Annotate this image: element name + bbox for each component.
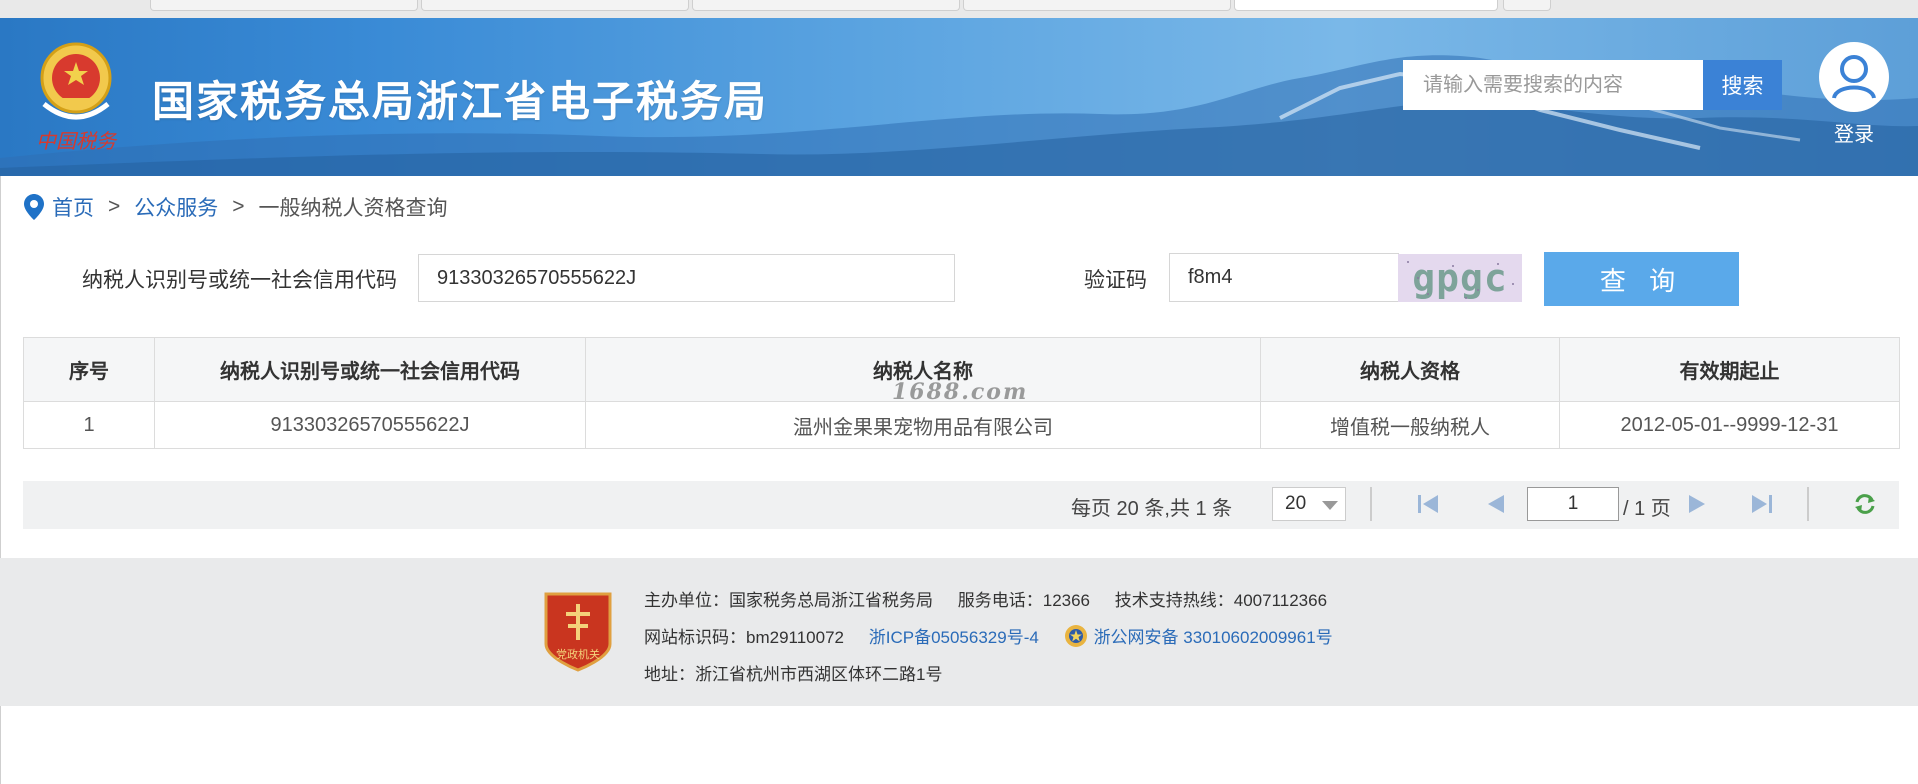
total-pages: / 1 页 [1623, 498, 1671, 520]
footer-police-link[interactable]: 浙公网安备 33010602009961号 [1064, 625, 1353, 647]
cell-taxpayer-name: 温州金果果宠物用品有限公司 [585, 401, 1261, 449]
browser-tab-active[interactable] [1234, 0, 1498, 11]
cell-qualification: 增值税一般纳税人 [1260, 401, 1560, 449]
footer-sponsor: 主办单位：国家税务总局浙江省税务局 [644, 591, 933, 610]
breadcrumb-separator: > [232, 195, 245, 218]
column-header-taxpayer-id: 纳税人识别号或统一社会信用代码 [154, 337, 586, 402]
cell-taxpayer-id: 91330326570555622J [154, 401, 586, 449]
cell-index: 1 [23, 401, 155, 449]
party-government-badge[interactable]: 党政机关 [542, 588, 614, 672]
login-label: 登录 [1834, 124, 1874, 146]
footer-line-3: 地址：浙江省杭州市西湖区体环二路1号 [644, 660, 962, 685]
national-emblem-logo: 中国税务 [30, 34, 122, 154]
login-button[interactable]: 登录 [1818, 42, 1890, 147]
footer-address: 地址：浙江省杭州市西湖区体环二路1号 [644, 665, 943, 684]
search-button[interactable]: 搜索 [1703, 60, 1782, 110]
browser-tab[interactable] [692, 0, 960, 11]
browser-tab[interactable] [963, 0, 1231, 11]
last-page-icon[interactable] [1750, 493, 1774, 515]
captcha-image[interactable]: gpgc [1398, 254, 1522, 302]
pagination-bar: 每页 20 条,共 1 条 20 / 1 页 [23, 481, 1899, 529]
footer-line-1: 主办单位：国家税务总局浙江省税务局 服务电话：12366 技术支持热线：4007… [644, 586, 1347, 611]
column-header-validity: 有效期起止 [1559, 337, 1900, 402]
user-icon [1819, 42, 1889, 112]
first-page-icon[interactable] [1416, 493, 1440, 515]
browser-tab[interactable] [421, 0, 689, 11]
footer-police-text: 浙公网安备 33010602009961号 [1093, 628, 1333, 647]
query-button[interactable]: 查 询 [1544, 252, 1739, 306]
site-header: 中国税务 国家税务总局浙江省电子税务局 搜索 登录 [0, 18, 1918, 176]
page-size-info: 每页 20 条,共 1 条 [1071, 498, 1233, 520]
breadcrumb-separator: > [108, 195, 121, 218]
taxpayer-id-label: 纳税人识别号或统一社会信用代码 [82, 269, 397, 292]
search-input[interactable] [1403, 60, 1704, 110]
breadcrumb-home-link[interactable]: 首页 [52, 192, 94, 222]
emblem-caption: 中国税务 [36, 129, 118, 153]
site-title: 国家税务总局浙江省电子税务局 [152, 77, 769, 126]
footer-icp-link[interactable]: 浙ICP备05056329号-4 [869, 628, 1039, 647]
badge-caption: 党政机关 [556, 647, 600, 661]
browser-tab[interactable] [1503, 0, 1551, 11]
page-size-select[interactable]: 20 [1272, 487, 1346, 521]
location-pin-icon [24, 194, 44, 220]
column-header-qualification: 纳税人资格 [1260, 337, 1560, 402]
cell-validity: 2012-05-01--9999-12-31 [1559, 401, 1900, 449]
breadcrumb: 首页 > 公众服务 > 一般纳税人资格查询 [24, 192, 448, 222]
captcha-noise [1407, 261, 1514, 299]
prev-page-icon[interactable] [1484, 493, 1508, 515]
divider [1370, 487, 1372, 521]
police-emblem-icon [1064, 625, 1087, 647]
divider [1807, 487, 1809, 521]
taxpayer-id-input[interactable] [418, 254, 955, 302]
browser-tab-strip [0, 0, 1918, 18]
breadcrumb-current: 一般纳税人资格查询 [258, 197, 448, 220]
footer-site-id: 网站标识码：bm29110072 [644, 628, 844, 647]
captcha-input[interactable] [1169, 253, 1399, 302]
footer-phone: 服务电话：12366 [957, 591, 1091, 610]
table-row: 1 91330326570555622J 温州金果果宠物用品有限公司 增值税一般… [23, 401, 1900, 449]
browser-tab[interactable] [150, 0, 418, 11]
footer-support: 技术支持热线：4007112366 [1114, 591, 1328, 610]
page-size-value: 20 [1285, 493, 1307, 514]
column-header-index: 序号 [23, 337, 155, 402]
refresh-icon[interactable] [1853, 493, 1877, 515]
breadcrumb-section-link[interactable]: 公众服务 [134, 192, 218, 222]
captcha-label: 验证码 [1084, 269, 1147, 292]
footer-line-2: 网站标识码：bm29110072 浙ICP备05056329号-4 浙公网安备 … [644, 623, 1373, 648]
watermark: 1688.com [892, 379, 1029, 405]
next-page-icon[interactable] [1685, 493, 1709, 515]
site-footer: 党政机关 主办单位：国家税务总局浙江省税务局 服务电话：12366 技术支持热线… [0, 558, 1918, 706]
chevron-down-icon [1322, 501, 1338, 510]
page-number-input[interactable] [1527, 487, 1619, 521]
